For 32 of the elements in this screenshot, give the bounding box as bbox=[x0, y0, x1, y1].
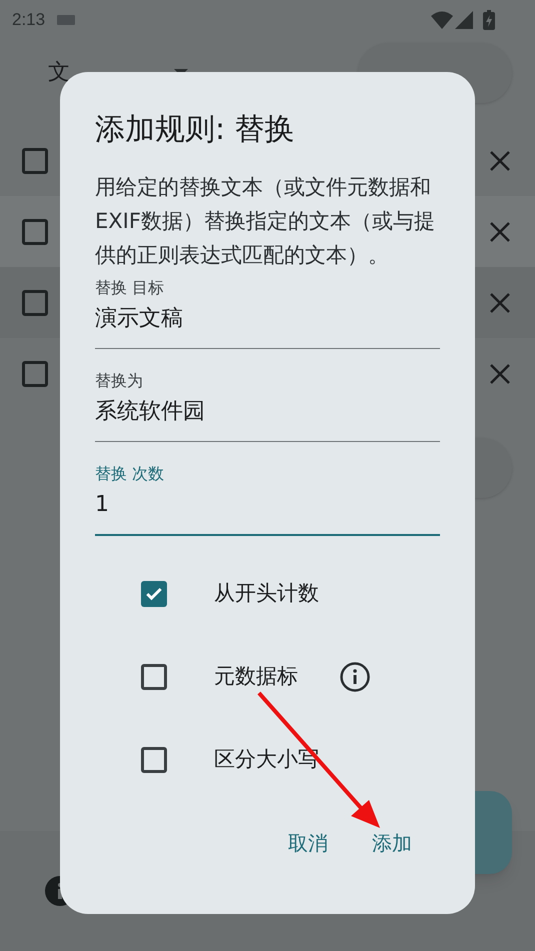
checkbox[interactable] bbox=[22, 290, 48, 316]
close-icon[interactable] bbox=[489, 220, 511, 242]
close-icon[interactable] bbox=[489, 150, 511, 172]
checkbox[interactable] bbox=[22, 148, 48, 174]
text-field[interactable]: 替换 目标 演示文稿 bbox=[95, 272, 440, 349]
wifi-icon bbox=[431, 11, 453, 29]
status-time: 2:13 bbox=[12, 9, 46, 32]
info-icon[interactable] bbox=[340, 662, 370, 692]
text-field[interactable]: 替换 次数 1 bbox=[95, 458, 440, 536]
checkbox[interactable] bbox=[22, 360, 48, 386]
option-label: 元数据标 bbox=[214, 662, 298, 690]
checkbox[interactable] bbox=[22, 218, 48, 244]
field-label: 替换为 bbox=[95, 370, 144, 392]
field-value: 演示文稿 bbox=[95, 305, 184, 333]
keyboard-icon bbox=[57, 15, 76, 25]
checkbox[interactable] bbox=[141, 746, 167, 772]
dialog-button[interactable]: 取消 bbox=[268, 821, 348, 865]
checkbox[interactable] bbox=[141, 664, 167, 690]
dialog-button[interactable]: 添加 bbox=[352, 821, 432, 865]
field-value: 1 bbox=[95, 491, 110, 519]
close-icon[interactable] bbox=[489, 292, 511, 314]
field-label: 替换 目标 bbox=[95, 277, 166, 299]
option-label: 从开头计数 bbox=[214, 580, 319, 607]
text-field[interactable]: 替换为 系统软件园 bbox=[95, 365, 440, 442]
close-icon[interactable] bbox=[489, 362, 511, 384]
battery-icon bbox=[483, 10, 495, 30]
dialog-title: 添加规则: 替换 bbox=[95, 111, 296, 149]
field-value: 系统软件园 bbox=[95, 398, 206, 426]
signal-icon bbox=[455, 11, 473, 29]
checkbox[interactable] bbox=[141, 580, 167, 606]
dialog-description: 用给定的替换文本（或文件元数据和EXIF数据）替换指定的文本（或与提供的正则表达式匹配的文本）。 bbox=[95, 174, 436, 269]
field-label: 替换 次数 bbox=[95, 463, 166, 485]
